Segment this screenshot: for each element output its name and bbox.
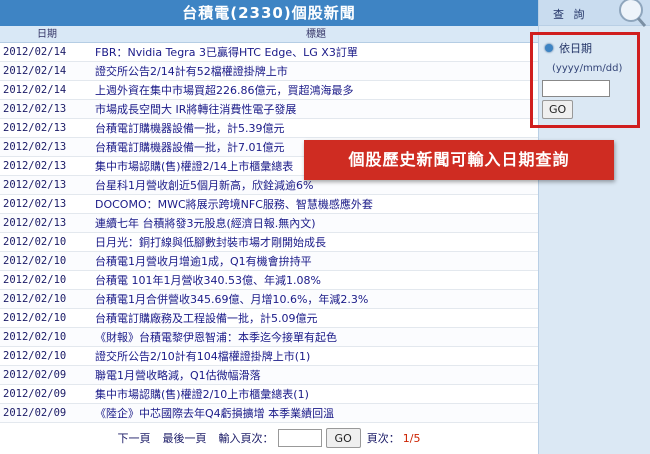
news-title-link[interactable]: 日月光：銅打線與低腳數封裝市場才剛開始成長	[94, 233, 538, 251]
date-label: 依日期	[559, 42, 592, 55]
news-date: 2012/02/13	[3, 103, 67, 115]
table-row: 2012/02/14 FBR：Nvidia Tegra 3已贏得HTC Edge、…	[0, 43, 538, 62]
column-header-title: 標題	[306, 29, 326, 40]
page-go-button[interactable]: GO	[325, 428, 361, 448]
pagination: 下一頁 最後一頁 輸入頁次： GO 頁次： 1/5	[0, 424, 538, 452]
news-date: 2012/02/09	[3, 407, 67, 419]
news-date: 2012/02/10	[3, 236, 67, 248]
table-row: 2012/02/14 證交所公告2/14計有52檔權證掛牌上市	[0, 62, 538, 81]
table-row: 2012/02/10 台積電訂購廠務及工程設備一批，計5.09億元	[0, 309, 538, 328]
news-date: 2012/02/09	[3, 369, 67, 381]
table-row: 2012/02/09 集中市場認購(售)權證2/10上市櫃彙總表(1)	[0, 385, 538, 404]
news-title-link[interactable]: 集中市場認購(售)權證2/10上市櫃彙總表(1)	[94, 385, 538, 403]
table-row: 2012/02/10 台積電 101年1月營收340.53億、年減1.08%	[0, 271, 538, 290]
table-row: 2012/02/13 DOCOMO：MWC將展示跨境NFC服務、智慧機感應外套	[0, 195, 538, 214]
news-date: 2012/02/10	[3, 274, 67, 286]
date-query-form: 依日期 (yyyy/mm/dd) GO	[542, 40, 640, 119]
news-date: 2012/02/10	[3, 312, 67, 324]
news-date: 2012/02/10	[3, 255, 67, 267]
news-date: 2012/02/13	[3, 122, 67, 134]
table-row: 2012/02/10 台積電1月合併營收345.69億、月增10.6%，年減2.3…	[0, 290, 538, 309]
page-number-input[interactable]	[277, 429, 322, 447]
news-title-link[interactable]: 上週外資在集中市場買超226.86億元，買超鴻海最多	[94, 81, 538, 99]
table-row: 2012/02/13 台積電訂購機器設備一批，計5.39億元	[0, 119, 538, 138]
news-date: 2012/02/13	[3, 198, 67, 210]
table-row: 2012/02/10 日月光：銅打線與低腳數封裝市場才剛開始成長	[0, 233, 538, 252]
news-date: 2012/02/13	[3, 179, 67, 191]
news-title-link[interactable]: 台積電訂購廠務及工程設備一批，計5.09億元	[94, 309, 538, 327]
news-date: 2012/02/13	[3, 160, 67, 172]
date-go-button[interactable]: GO	[542, 100, 574, 119]
table-row: 2012/02/09 聯電1月營收略減，Q1估微幅滑落	[0, 366, 538, 385]
news-title-link[interactable]: 台積電1月營收月增逾1成，Q1有機會拚持平	[94, 252, 538, 270]
callout-banner: 個股歷史新聞可輸入日期查詢	[304, 140, 614, 180]
news-title-link[interactable]: 台積電 101年1月營收340.53億、年減1.08%	[94, 271, 538, 289]
page-title: 台積電(2330)個股新聞	[0, 0, 538, 26]
column-header-date: 日期	[37, 29, 57, 40]
news-date: 2012/02/13	[3, 217, 67, 229]
news-date: 2012/02/13	[3, 141, 67, 153]
news-date: 2012/02/14	[3, 84, 67, 96]
table-row: 2012/02/09 《陸企》中芯國際去年Q4虧損擴增 本季業績回溫	[0, 404, 538, 423]
date-input[interactable]	[542, 80, 610, 97]
table-row: 2012/02/10 證交所公告2/10計有104檔權證掛牌上市(1)	[0, 347, 538, 366]
table-row: 2012/02/14 上週外資在集中市場買超226.86億元，買超鴻海最多	[0, 81, 538, 100]
news-title-link[interactable]: 台積電訂購機器設備一批，計5.39億元	[94, 119, 538, 137]
news-panel: 台積電(2330)個股新聞 日期 標題 2012/02/14 FBR：Nvidia…	[0, 0, 538, 454]
last-page-link[interactable]: 最後一頁	[163, 430, 207, 446]
table-row: 2012/02/10 台積電1月營收月增逾1成，Q1有機會拚持平	[0, 252, 538, 271]
page-count-label: 頁次：	[366, 432, 400, 445]
news-date: 2012/02/09	[3, 388, 67, 400]
table-row: 2012/02/13 市場成長空間大 IR將轉往消費性電子發展	[0, 100, 538, 119]
date-radio[interactable]	[545, 44, 553, 52]
news-title-link[interactable]: 連續七年 台積將發3元股息(經濟日報.無內文)	[94, 214, 538, 232]
news-title-link[interactable]: 聯電1月營收略減，Q1估微幅滑落	[94, 366, 538, 384]
news-title-link[interactable]: 《財報》台積電黎伊恩智浦：本季迄今接單有起色	[94, 328, 538, 346]
news-date: 2012/02/10	[3, 293, 67, 305]
news-title-link[interactable]: 證交所公告2/10計有104檔權證掛牌上市(1)	[94, 347, 538, 365]
news-title-link[interactable]: FBR：Nvidia Tegra 3已贏得HTC Edge、LG X3訂單	[94, 43, 538, 61]
news-title-link[interactable]: 《陸企》中芯國際去年Q4虧損擴增 本季業績回溫	[94, 404, 538, 422]
table-header: 日期 標題	[0, 26, 538, 43]
news-date: 2012/02/14	[3, 65, 67, 77]
news-date: 2012/02/10	[3, 331, 67, 343]
table-row: 2012/02/13 連續七年 台積將發3元股息(經濟日報.無內文)	[0, 214, 538, 233]
news-title-link[interactable]: 證交所公告2/14計有52檔權證掛牌上市	[94, 62, 538, 80]
news-title-link[interactable]: DOCOMO：MWC將展示跨境NFC服務、智慧機感應外套	[94, 195, 538, 213]
next-page-link[interactable]: 下一頁	[118, 430, 151, 446]
date-format-hint: (yyyy/mm/dd)	[552, 63, 623, 74]
news-title-link[interactable]: 市場成長空間大 IR將轉往消費性電子發展	[94, 100, 538, 118]
news-title-link[interactable]: 台積電1月合併營收345.69億、月增10.6%，年減2.3%	[94, 290, 538, 308]
news-list: 2012/02/14 FBR：Nvidia Tegra 3已贏得HTC Edge、…	[0, 43, 538, 423]
page-count: 1/5	[402, 431, 421, 445]
news-date: 2012/02/14	[3, 46, 67, 58]
sidebar-header: 查 詢	[539, 0, 650, 27]
magnifier-icon	[619, 0, 646, 27]
news-date: 2012/02/10	[3, 350, 67, 362]
table-row: 2012/02/10 《財報》台積電黎伊恩智浦：本季迄今接單有起色	[0, 328, 538, 347]
page-input-label: 輸入頁次：	[218, 432, 274, 445]
sidebar-title: 查 詢	[553, 8, 588, 21]
